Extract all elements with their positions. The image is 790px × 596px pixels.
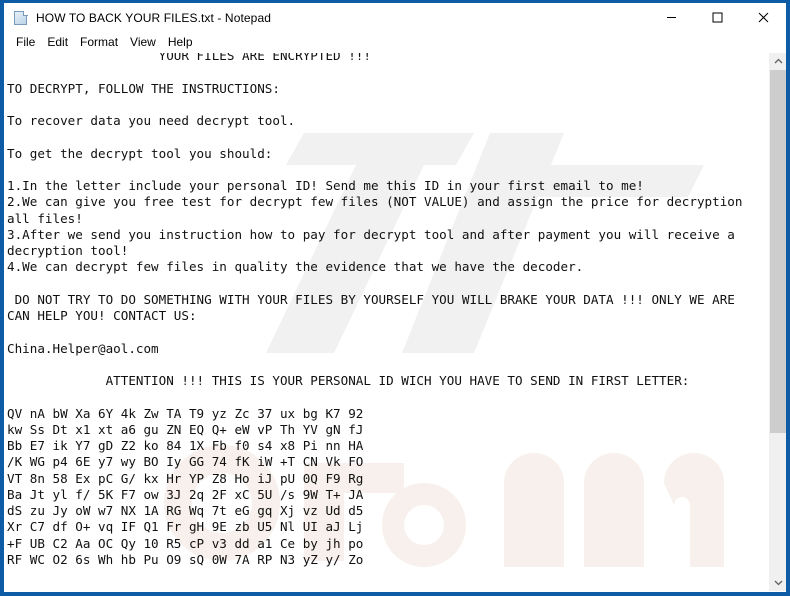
scrollbar-thumb[interactable] <box>770 70 786 433</box>
note-line: TO DECRYPT, FOLLOW THE INSTRUCTIONS: <box>7 80 280 96</box>
chevron-up-icon[interactable] <box>770 53 786 70</box>
menu-bar: File Edit Format View Help <box>4 32 786 53</box>
vertical-scrollbar[interactable] <box>769 53 786 591</box>
note-line: RF WC O2 6s Wh hb Pu O9 sQ 0W 7A RP N3 y… <box>7 551 364 567</box>
note-line <box>7 97 767 113</box>
menu-item-edit[interactable]: Edit <box>41 34 74 51</box>
note-line: 1.In the letter include your personal ID… <box>7 178 644 193</box>
note-line <box>7 357 767 373</box>
note-line: Ba Jt yl f/ 5K F7 ow 3J 2q 2F xC 5U /s 9… <box>7 486 364 502</box>
note-line <box>7 324 767 340</box>
notepad-window: HOW TO BACK YOUR FILES.txt - Notepad Fil… <box>0 0 790 596</box>
note-line: 3.After we send you instruction how to p… <box>7 226 735 242</box>
note-line: /K WG p4 6E y7 wy BO Iy GG 74 fK iW +T C… <box>7 454 364 470</box>
minimize-button[interactable] <box>648 3 694 32</box>
title-bar: HOW TO BACK YOUR FILES.txt - Notepad <box>4 3 786 32</box>
menu-item-format[interactable]: Format <box>74 34 124 51</box>
note-line: To recover data you need decrypt tool. <box>7 113 296 128</box>
note-line <box>7 129 767 145</box>
note-line: 2.We can give you free test for decrypt … <box>7 194 743 210</box>
note-line: Xr C7 df O+ vq IF Q1 Fr gH 9E zb U5 Nl U… <box>7 519 364 535</box>
text-editor-area[interactable]: YOUR FILES ARE ENCRYPTED !!! TO DECRYPT, … <box>4 53 786 591</box>
note-line: To get the decrypt tool you should: <box>7 145 273 161</box>
note-line: DO NOT TRY TO DO SOMETHING WITH YOUR FIL… <box>7 291 735 307</box>
note-line: ATTENTION !!! THIS IS YOUR PERSONAL ID W… <box>7 373 690 388</box>
note-line <box>7 276 767 292</box>
menu-item-file[interactable]: File <box>10 34 41 51</box>
window-controls <box>648 3 786 32</box>
note-line: YOUR FILES ARE ENCRYPTED !!! <box>7 53 371 63</box>
note-line <box>7 389 767 405</box>
note-line: China.Helper@aol.com <box>7 340 159 356</box>
maximize-button[interactable] <box>694 3 740 32</box>
note-line <box>7 64 767 80</box>
note-line: VT 8n 58 Ex pC G/ kx Hr YP Z8 Ho iJ pU 0… <box>7 470 364 486</box>
menu-item-help[interactable]: Help <box>162 34 199 51</box>
close-button[interactable] <box>740 3 786 32</box>
note-line: kw Ss Dt x1 xt a6 gu ZN EQ Q+ eW vP Th Y… <box>7 421 364 437</box>
note-line: QV nA bW Xa 6Y 4k Zw TA T9 yz Zc 37 ux b… <box>7 405 364 421</box>
note-line: 4.We can decrypt few files in quality th… <box>7 259 584 275</box>
note-line <box>7 162 767 178</box>
note-line: +F UB C2 Aa OC Qy 10 R5 cP v3 dd a1 Ce b… <box>7 535 364 551</box>
ransom-note-text[interactable]: YOUR FILES ARE ENCRYPTED !!! TO DECRYPT, … <box>4 53 767 568</box>
chevron-down-icon[interactable] <box>770 574 786 591</box>
note-line: CAN HELP YOU! CONTACT US: <box>7 308 197 323</box>
note-line: all files! <box>7 210 83 226</box>
window-title: HOW TO BACK YOUR FILES.txt - Notepad <box>36 10 272 25</box>
note-line: decryption tool! <box>7 243 129 258</box>
note-line: dS zu Jy oW w7 NX 1A RG Wq 7t eG gq Xj v… <box>7 503 364 518</box>
menu-item-view[interactable]: View <box>124 34 162 51</box>
notepad-document-icon <box>13 10 29 26</box>
note-line: Bb E7 ik Y7 gD Z2 ko 84 1X Fb f0 s4 x8 P… <box>7 438 364 453</box>
